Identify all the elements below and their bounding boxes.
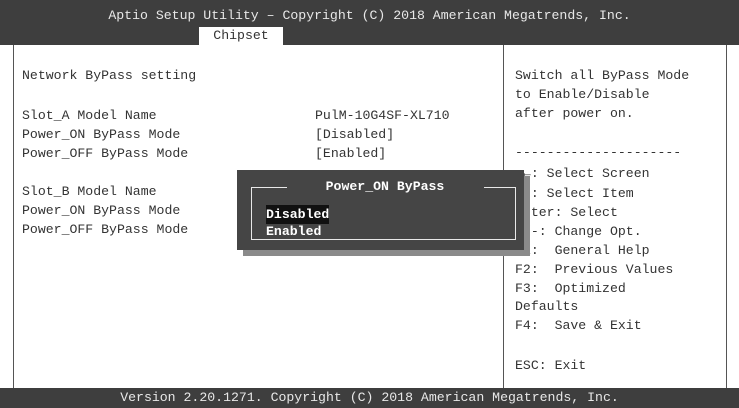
slot-a-model-label: Slot_A Model Name bbox=[22, 108, 157, 123]
help-key-enter: Enter: Select bbox=[515, 205, 618, 220]
help-key-save-exit: F4: Save & Exit bbox=[515, 318, 642, 333]
help-key-defaults: Defaults bbox=[515, 299, 579, 314]
popup-border-top-left bbox=[251, 187, 287, 188]
help-key-optimized: F3: Optimized bbox=[515, 281, 626, 296]
slot-a-power-off-label[interactable]: Power_OFF ByPass Mode bbox=[22, 144, 188, 163]
header-bar: Aptio Setup Utility – Copyright (C) 2018… bbox=[0, 0, 739, 45]
popup-title: Power_ON ByPass bbox=[325, 179, 445, 194]
slot-a-power-on-label[interactable]: Power_ON ByPass Mode bbox=[22, 125, 180, 144]
help-key-select-item: ↑↓: Select Item bbox=[515, 186, 634, 201]
popup-option-enabled[interactable]: Enabled bbox=[266, 222, 321, 241]
header-title: Aptio Setup Utility – Copyright (C) 2018… bbox=[108, 8, 631, 23]
help-key-select-screen: →←: Select Screen bbox=[515, 166, 650, 181]
help-separator: --------------------- bbox=[515, 145, 682, 160]
slot-a-power-off-value[interactable]: [Enabled] bbox=[315, 144, 386, 163]
bios-setup-screen: Aptio Setup Utility – Copyright (C) 2018… bbox=[0, 0, 739, 408]
footer-bar: Version 2.20.1271. Copyright (C) 2018 Am… bbox=[0, 388, 739, 408]
slot-a-power-on-value[interactable]: [Disabled] bbox=[315, 125, 394, 144]
slot-b-power-off-label[interactable]: Power_OFF ByPass Mode bbox=[22, 220, 188, 239]
help-key-previous-values: F2: Previous Values bbox=[515, 262, 674, 277]
section-title: Network ByPass setting bbox=[22, 68, 197, 83]
help-key-general-help: F1: General Help bbox=[515, 243, 650, 258]
help-key-change-opt: +/-: Change Opt. bbox=[515, 224, 642, 239]
slot-a-model-value: PulM-10G4SF-XL710 bbox=[315, 108, 450, 123]
popup-border-top-right bbox=[484, 187, 515, 188]
help-key-esc-exit: ESC: Exit bbox=[515, 358, 587, 373]
slot-b-power-on-label[interactable]: Power_ON ByPass Mode bbox=[22, 201, 180, 220]
power-on-bypass-popup: Power_ON ByPass Disabled Enabled bbox=[237, 170, 524, 250]
help-line: to Enable/Disable bbox=[515, 87, 650, 102]
slot-b-model-label: Slot_B Model Name bbox=[22, 184, 157, 199]
tab-chipset[interactable]: Chipset bbox=[199, 27, 283, 45]
help-line: after power on. bbox=[515, 106, 634, 121]
help-line: Switch all ByPass Mode bbox=[515, 68, 690, 83]
